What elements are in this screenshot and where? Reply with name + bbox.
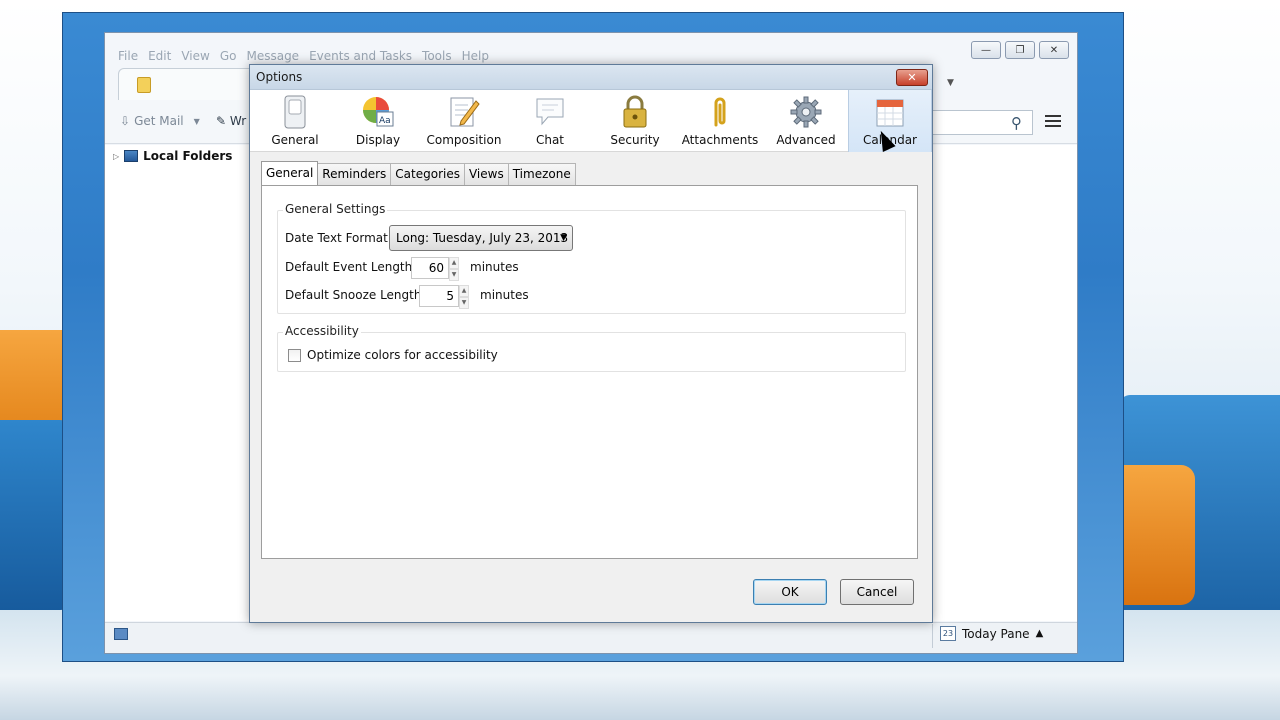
close-window-button[interactable]: ✕ <box>1039 41 1069 59</box>
menu-view[interactable]: View <box>181 49 209 63</box>
calendar-icon <box>873 95 907 129</box>
snooze-length-stepper[interactable]: ▲ ▼ <box>459 285 469 309</box>
snooze-length-unit: minutes <box>480 288 529 302</box>
event-length-unit: minutes <box>470 260 519 274</box>
color-wheel-icon: Aa <box>361 95 395 129</box>
today-pane-area <box>932 145 1077 621</box>
options-dialog: Options ✕ General Aa Display Composition… <box>249 64 933 623</box>
today-pane-label: Today Pane <box>962 626 1030 641</box>
folder-item-local-folders[interactable]: ▷ Local Folders <box>113 149 232 163</box>
minimize-button[interactable]: — <box>971 41 1001 59</box>
pane-general[interactable]: General <box>253 90 337 152</box>
general-tab-panel: General Settings Date Text Format: Long:… <box>261 185 918 559</box>
today-pane-toggle[interactable]: 23 Today Pane ▲ <box>940 626 1043 641</box>
divider <box>932 624 933 648</box>
calendar-tabs: General Reminders Categories Views Timez… <box>261 161 576 185</box>
padlock-icon <box>618 95 652 129</box>
download-icon: ⇩ <box>120 114 131 128</box>
accessibility-group: Accessibility Optimize colors for access… <box>277 324 906 372</box>
general-settings-group: General Settings Date Text Format: Long:… <box>277 202 906 314</box>
dialog-title: Options <box>256 70 303 84</box>
dialog-titlebar: Options ✕ <box>250 65 932 90</box>
pane-security[interactable]: Security <box>593 90 677 152</box>
pane-composition[interactable]: Composition <box>422 90 506 152</box>
gear-icon <box>789 95 823 129</box>
get-mail-label: Get Mail <box>134 114 184 128</box>
chevron-up-icon: ▲ <box>1035 628 1044 639</box>
window-controls: — ❐ ✕ <box>971 41 1069 59</box>
menu-tools[interactable]: Tools <box>422 49 452 63</box>
online-status-icon[interactable] <box>114 628 128 640</box>
snooze-length-label: Default Snooze Length: <box>285 288 426 302</box>
menu-edit[interactable]: Edit <box>148 49 171 63</box>
ok-button[interactable]: OK <box>753 579 827 605</box>
tab-reminders[interactable]: Reminders <box>317 163 392 185</box>
menu-events-and-tasks[interactable]: Events and Tasks <box>309 49 412 63</box>
write-button[interactable]: ✎ Wr <box>216 114 246 128</box>
cancel-button[interactable]: Cancel <box>840 579 914 605</box>
date-format-label: Date Text Format: <box>285 231 392 245</box>
folder-label: Local Folders <box>143 149 233 163</box>
menu-help[interactable]: Help <box>462 49 489 63</box>
tab-views[interactable]: Views <box>463 163 509 185</box>
search-icon[interactable]: ⚲ <box>1011 114 1022 132</box>
menu-file[interactable]: File <box>118 49 138 63</box>
pane-display[interactable]: Aa Display <box>336 90 420 152</box>
pane-chat[interactable]: Chat <box>508 90 592 152</box>
svg-text:Aa: Aa <box>379 116 391 126</box>
menu-go[interactable]: Go <box>220 49 237 63</box>
pane-label: Advanced <box>776 133 836 147</box>
switch-icon <box>278 95 312 129</box>
event-length-input[interactable]: 60 <box>411 257 449 279</box>
desktop-decoration <box>1120 465 1195 605</box>
maximize-button[interactable]: ❐ <box>1005 41 1035 59</box>
chevron-down-icon[interactable]: ▼ <box>194 117 200 126</box>
pane-label: Security <box>610 133 660 147</box>
expand-triangle-icon[interactable]: ▷ <box>113 152 119 161</box>
optimize-colors-checkbox[interactable] <box>288 349 301 362</box>
tab-general[interactable]: General <box>261 161 319 185</box>
pencil-paper-icon <box>447 95 481 129</box>
chevron-down-icon: ▼ <box>560 233 567 243</box>
folder-tab[interactable] <box>118 68 258 100</box>
folder-icon <box>137 77 151 93</box>
pane-advanced[interactable]: Advanced <box>764 90 848 152</box>
desktop-decoration <box>0 420 70 610</box>
group-title: Accessibility <box>283 324 361 338</box>
pane-label: Attachments <box>681 133 759 147</box>
local-folders-icon <box>124 150 139 162</box>
snooze-length-input[interactable]: 5 <box>419 285 459 307</box>
date-format-value: Long: Tuesday, July 23, 2013 <box>396 231 569 245</box>
event-length-stepper[interactable]: ▲ ▼ <box>449 257 459 281</box>
event-length-label: Default Event Length: <box>285 260 417 274</box>
pane-label: Chat <box>535 133 565 147</box>
menu-bar: File Edit View Go Message Events and Tas… <box>118 49 489 63</box>
pane-attachments[interactable]: Attachments <box>678 90 762 152</box>
tab-timezone[interactable]: Timezone <box>507 163 576 185</box>
dialog-close-button[interactable]: ✕ <box>896 69 928 86</box>
tab-categories[interactable]: Categories <box>390 163 465 185</box>
group-title: General Settings <box>283 202 388 216</box>
optimize-colors-label[interactable]: Optimize colors for accessibility <box>307 348 498 362</box>
calendar-icon: 23 <box>940 626 956 641</box>
pencil-icon: ✎ <box>216 114 227 128</box>
preference-pane-bar: General Aa Display Composition Chat Secu… <box>250 90 932 152</box>
menu-message[interactable]: Message <box>246 49 299 63</box>
app-menu-icon[interactable] <box>1045 115 1061 130</box>
write-label: Wr <box>229 114 247 128</box>
chat-bubble-icon <box>533 95 567 129</box>
date-format-select[interactable]: Long: Tuesday, July 23, 2013 ▼ <box>389 225 573 251</box>
folder-pane <box>105 145 250 621</box>
pane-label: Display <box>355 133 401 147</box>
chevron-down-icon[interactable]: ▼ <box>947 78 954 88</box>
pane-label: Composition <box>426 133 502 147</box>
pane-label: General <box>271 133 319 147</box>
paperclip-icon <box>703 95 737 129</box>
get-mail-button[interactable]: ⇩ Get Mail ▼ <box>120 114 200 128</box>
